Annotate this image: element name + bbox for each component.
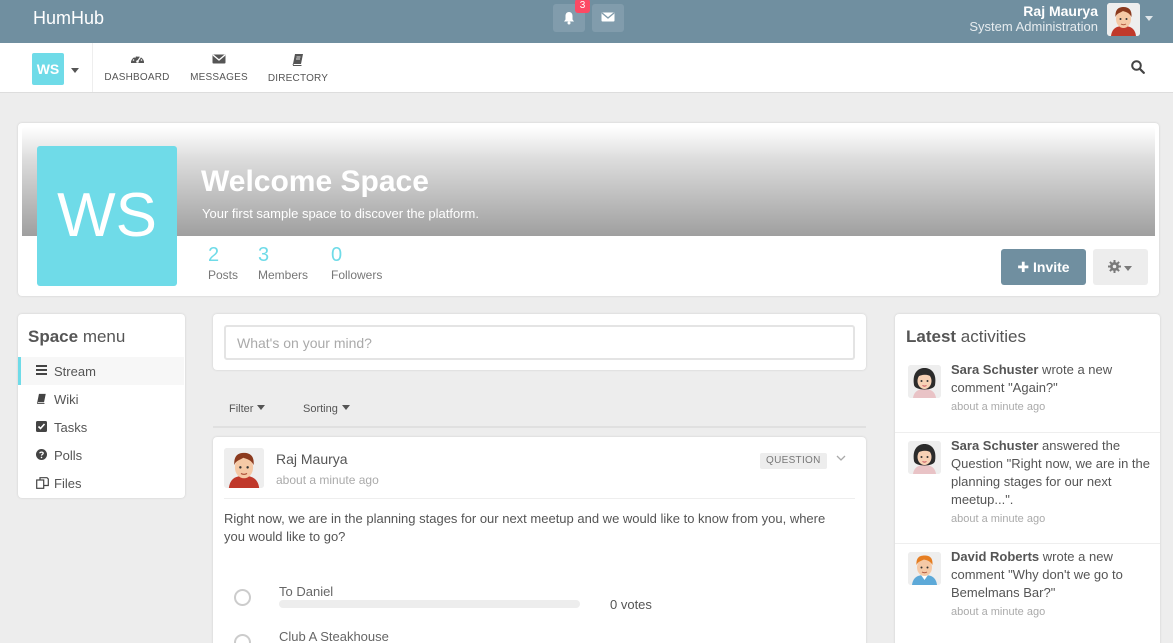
notifications-button[interactable]: 3 <box>553 0 590 32</box>
nav-divider <box>92 43 93 92</box>
book-icon <box>292 54 303 66</box>
entry-author-avatar[interactable] <box>224 448 264 488</box>
notification-count-badge: 3 <box>575 0 590 13</box>
list-icon <box>36 365 47 375</box>
sorting-caret-icon <box>341 405 350 410</box>
space-banner <box>22 127 1155 236</box>
poll-option-label: Club A Steakhouse <box>279 629 389 643</box>
chevron-down-icon[interactable] <box>836 455 846 461</box>
space-chooser-caret-icon[interactable] <box>71 68 79 73</box>
search-icon[interactable] <box>1131 60 1145 74</box>
menu-item-files[interactable]: Files <box>18 469 184 497</box>
stat-members-count: 3 <box>258 244 270 266</box>
invite-button[interactable]: ✚ Invite <box>1001 249 1086 285</box>
space-header: WS Welcome Space Your first sample space… <box>18 123 1159 296</box>
envelope-icon <box>212 54 226 64</box>
post-input[interactable] <box>224 325 855 360</box>
poll-option-radio[interactable] <box>234 589 251 606</box>
nav-directory[interactable]: DIRECTORY <box>265 43 331 92</box>
question-label: QUESTION <box>760 453 827 469</box>
plus-icon: ✚ <box>1017 259 1030 275</box>
stat-followers-count: 0 <box>331 244 343 266</box>
space-description: Your first sample space to discover the … <box>202 206 479 221</box>
menu-item-tasks-label: Tasks <box>54 420 88 435</box>
post-composer <box>213 314 866 370</box>
poll-option: Club A Steakhouse <box>213 629 866 643</box>
user-role: System Administration <box>969 19 1098 34</box>
menu-item-files-label: Files <box>54 476 82 491</box>
bell-icon <box>564 12 574 25</box>
menu-item-polls[interactable]: Polls <box>18 441 184 469</box>
activity-time: about a minute ago <box>951 513 1046 525</box>
poll-option-radio[interactable] <box>234 634 251 643</box>
space-menu-title: Space menu <box>28 327 126 346</box>
main-navigation: WS DASHBOARD MESSAGES DIRECTORY <box>0 43 1173 93</box>
activity-item[interactable]: Sara Schuster wrote a new comment "Again… <box>895 357 1160 432</box>
menu-item-stream-label: Stream <box>54 364 96 379</box>
menu-item-tasks[interactable]: Tasks <box>18 413 184 441</box>
nav-messages-label: MESSAGES <box>190 72 248 83</box>
files-icon <box>36 477 49 489</box>
nav-dashboard[interactable]: DASHBOARD <box>102 43 172 92</box>
menu-item-polls-label: Polls <box>54 448 83 463</box>
gear-icon <box>1108 260 1121 273</box>
space-image: WS <box>37 146 177 286</box>
entry-author[interactable]: Raj Maurya <box>276 451 348 467</box>
space-chooser[interactable]: WS <box>32 53 64 85</box>
menu-item-wiki-label: Wiki <box>54 392 79 407</box>
space-settings-button[interactable] <box>1093 249 1148 285</box>
activity-time: about a minute ago <box>951 401 1046 413</box>
activity-text: Sara Schuster answered the Question "Rig… <box>951 437 1151 528</box>
checkbox-icon <box>36 421 47 432</box>
poll-option-votes: 0 votes <box>610 597 652 612</box>
top-bar: HumHub 3 Raj Maurya System Administratio… <box>0 0 1173 43</box>
poll-option: To Daniel 0 votes <box>213 584 866 624</box>
space-menu: Space menu Stream Wiki Tasks Polls Files <box>18 314 185 498</box>
poll-option-label: To Daniel <box>279 584 334 599</box>
activity-text: David Roberts wrote a new comment "Why d… <box>951 548 1151 621</box>
stat-members-label: Members <box>258 268 309 282</box>
poll-question: Right now, we are in the planning stages… <box>224 511 826 544</box>
sorting-dropdown[interactable]: Sorting <box>303 403 350 415</box>
invite-button-label: Invite <box>1033 259 1070 275</box>
activity-text: Sara Schuster wrote a new comment "Again… <box>951 361 1151 416</box>
entry-timestamp[interactable]: about a minute ago <box>276 473 379 487</box>
stat-posts-count: 2 <box>208 244 220 266</box>
nav-messages[interactable]: MESSAGES <box>188 43 250 92</box>
menu-item-wiki[interactable]: Wiki <box>18 385 184 413</box>
entry-divider <box>224 498 855 499</box>
user-menu-caret-icon[interactable] <box>1145 16 1153 21</box>
question-circle-icon <box>36 449 47 460</box>
stat-followers-label: Followers <box>331 268 383 282</box>
stream-entry: Raj Maurya about a minute ago QUESTION R… <box>213 437 866 643</box>
settings-caret-icon <box>1124 266 1132 271</box>
dashboard-icon <box>130 55 144 63</box>
stat-followers[interactable]: 0 Followers <box>331 244 382 282</box>
activity-item[interactable]: David Roberts wrote a new comment "Why d… <box>895 543 1160 636</box>
activity-avatar[interactable] <box>908 441 941 474</box>
user-name[interactable]: Raj Maurya <box>1023 3 1098 19</box>
stat-posts[interactable]: 2 Posts <box>208 244 238 282</box>
activity-time: about a minute ago <box>951 606 1046 618</box>
activities-title: Latest activities <box>906 327 1026 346</box>
filter-dropdown[interactable]: Filter <box>229 403 266 415</box>
nav-dashboard-label: DASHBOARD <box>104 72 170 83</box>
activity-avatar[interactable] <box>908 365 941 398</box>
latest-activities: Latest activities Sara Schuster wrote a … <box>895 314 1160 643</box>
activity-avatar[interactable] <box>908 552 941 585</box>
stat-members[interactable]: 3 Members <box>258 244 308 282</box>
filter-caret-icon <box>257 405 266 410</box>
stream-filters: Filter Sorting <box>213 393 866 428</box>
nav-directory-label: DIRECTORY <box>267 73 329 84</box>
activity-item[interactable]: Sara Schuster answered the Question "Rig… <box>895 432 1160 543</box>
user-avatar[interactable] <box>1107 3 1140 36</box>
messages-button[interactable] <box>592 4 624 32</box>
space-title: Welcome Space <box>201 165 429 198</box>
book-icon <box>36 393 46 404</box>
menu-item-stream[interactable]: Stream <box>18 357 184 385</box>
envelope-icon <box>601 12 615 22</box>
poll-option-bar <box>279 600 580 608</box>
brand-logo[interactable]: HumHub <box>33 8 104 29</box>
stat-posts-label: Posts <box>208 268 239 282</box>
